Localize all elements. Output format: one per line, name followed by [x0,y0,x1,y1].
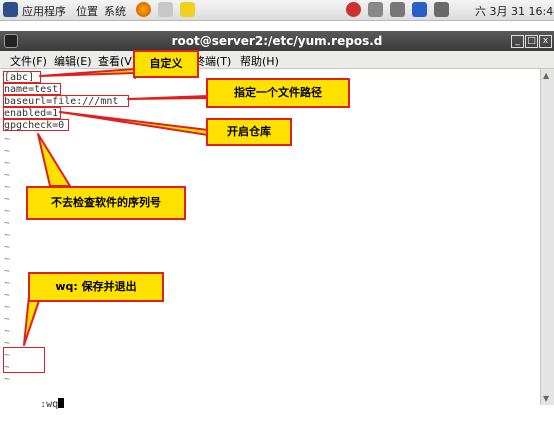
scroll-up-icon[interactable]: ▲ [543,71,549,80]
window-title: root@server2:/etc/yum.repos.d [171,34,383,48]
tilde-line: ~ [4,170,11,181]
tilde-line: ~ [4,158,11,169]
callout-nocheck: 不去检查软件的序列号 [26,186,186,220]
tilde-line: ~ [4,218,11,229]
tilde-line: ~ [4,230,11,241]
tilde-line: ~ [4,314,11,325]
highlight-section [3,71,41,83]
title-bar[interactable]: root@server2:/etc/yum.repos.d _ □ x [0,31,554,51]
menu-help[interactable]: 帮助(H) [240,53,279,69]
close-icon[interactable]: x [539,35,552,48]
system-menu[interactable]: 系统 [104,3,126,19]
callout-enable: 开启仓库 [206,118,292,146]
places-menu[interactable]: 位置 [76,3,98,19]
menu-file[interactable]: 文件(F) [10,53,47,69]
highlight-gpgcheck [3,119,69,131]
tilde-line: ~ [4,206,11,217]
maximize-icon[interactable]: □ [525,35,538,48]
clock[interactable]: 六 3月 31 16:40 [475,3,554,19]
callout-custom: 自定义 [133,50,199,78]
menu-bar: 文件(F) 编辑(E) 查看(V) 终端(T) 帮助(H) [0,51,554,69]
menu-view[interactable]: 查看(V) [98,53,136,69]
bluetooth-icon[interactable] [412,2,427,17]
top-panel: 应用程序 位置 系统 六 3月 31 16:40 [0,0,554,21]
scroll-down-icon[interactable]: ▼ [543,394,549,403]
tilde-line: ~ [4,266,11,277]
callout-save: wq: 保存并退出 [28,272,164,302]
menu-edit[interactable]: 编辑(E) [54,53,92,69]
tilde-line: ~ [4,326,11,337]
menu-terminal[interactable]: 终端(T) [194,53,231,69]
callout-path: 指定一个文件路径 [206,78,350,108]
tilde-line: ~ [4,182,11,193]
tilde-line: ~ [4,278,11,289]
tilde-line: ~ [4,242,11,253]
highlight-name [3,83,61,95]
highlight-baseurl [3,95,129,107]
tilde-line: ~ [4,134,11,145]
volume-icon[interactable] [390,2,405,17]
foot-icon[interactable] [3,2,18,17]
tilde-line: ~ [4,302,11,313]
applications-menu[interactable]: 应用程序 [22,3,66,19]
tilde-line: ~ [4,146,11,157]
notes-icon[interactable] [180,2,195,17]
scrollbar[interactable]: ▲ ▼ [540,69,554,405]
tilde-line: ~ [4,194,11,205]
command-line[interactable]: :wq [4,386,65,410]
tilde-line: ~ [4,290,11,301]
network-icon[interactable] [368,2,383,17]
battery-icon[interactable] [434,2,449,17]
firefox-icon[interactable] [136,2,151,17]
cursor [58,398,65,408]
highlight-enabled [3,107,61,119]
update-icon[interactable] [346,2,361,17]
highlight-command [3,347,45,373]
tilde-line: ~ [4,254,11,265]
tilde-line: ~ [4,374,11,385]
minimize-icon[interactable]: _ [511,35,524,48]
mail-icon[interactable] [158,2,173,17]
